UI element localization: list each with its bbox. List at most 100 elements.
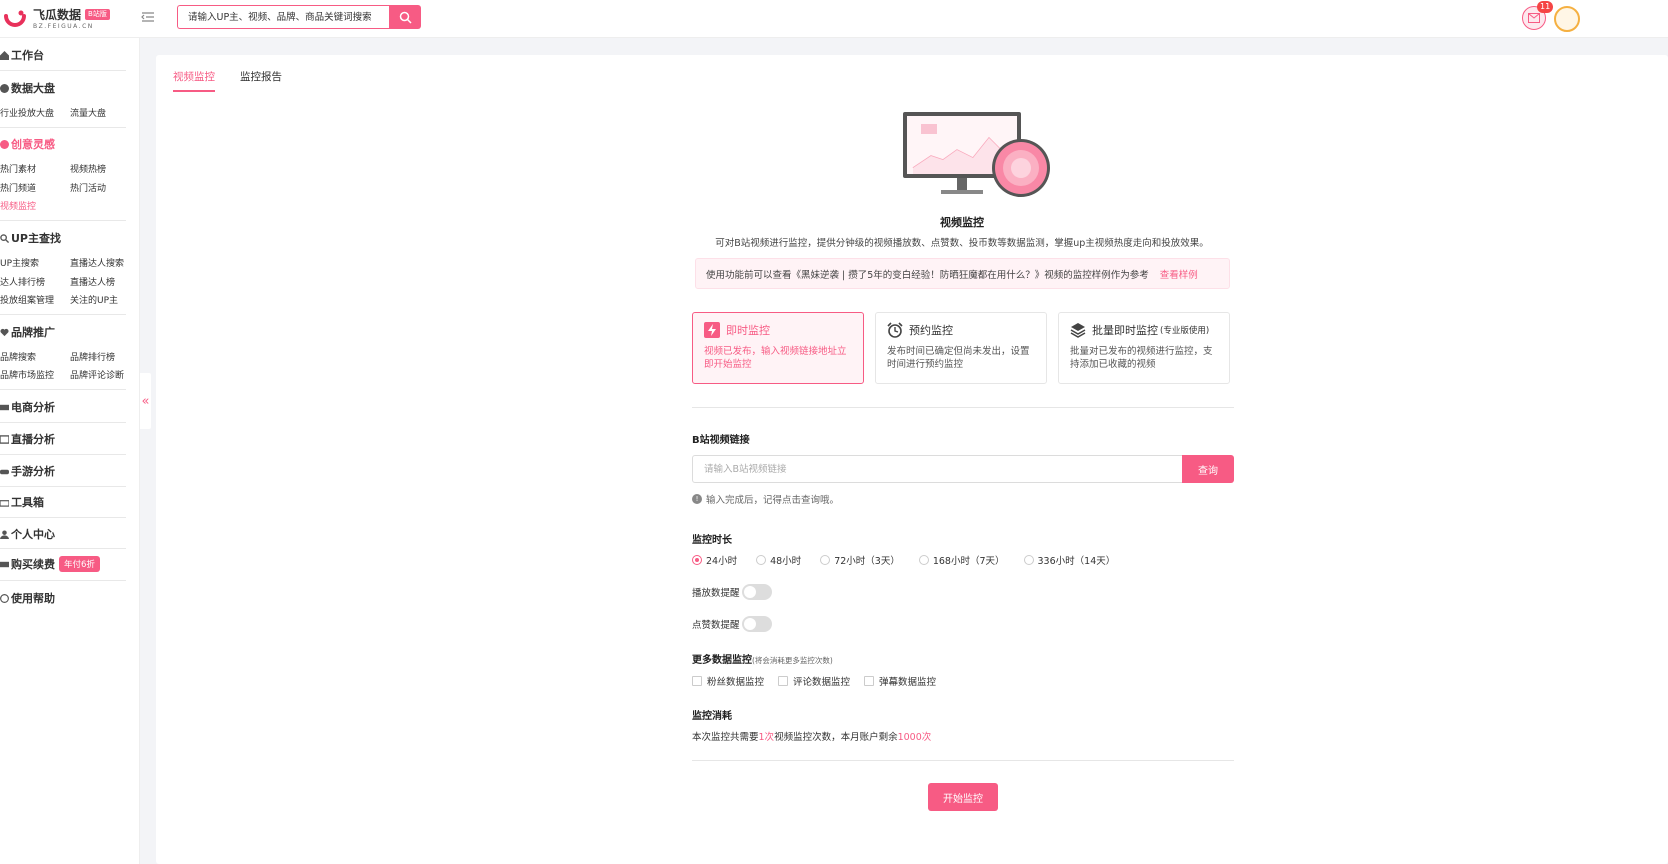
sidebar-subitem[interactable]: 热门活动 [70,181,106,194]
sidebar-item-live[interactable]: 直播分析 [0,431,55,447]
search-button[interactable] [389,5,421,29]
card-icon [0,561,9,567]
help-icon [0,593,9,603]
more-data-label: 更多数据监控(将会消耗更多监控次数) [692,651,833,666]
sidebar-item-brand[interactable]: 品牌推广 [0,324,55,340]
checkbox-icon [864,676,875,686]
query-button[interactable]: 查询 [1182,455,1234,483]
video-link-input[interactable] [692,455,1183,483]
checkbox-icon [692,676,702,686]
bulb-icon [0,139,9,149]
logo[interactable]: 飞瓜数据 B站版 BZ.FEIGUA.CN [0,5,110,33]
toolbox-icon [0,499,9,507]
view-example-link[interactable]: 查看样例 [1160,267,1198,281]
pie-icon [0,83,9,93]
play-alert-row: 播放数提醒 [692,584,772,600]
sidebar-item-label: 工具箱 [11,496,44,509]
sidebar-item-ecommerce[interactable]: 电商分析 [0,399,55,415]
sidebar-subitem[interactable]: 行业投放大盘 [0,106,54,119]
sidebar-subitem[interactable]: 品牌市场监控 [0,368,54,381]
sidebar-collapse-button[interactable]: « [140,373,151,429]
danmaku-monitor-checkbox[interactable]: 弹幕数据监控 [864,674,936,688]
sidebar-subitem[interactable]: 品牌评论诊断 [70,368,124,381]
sidebar: 工作台 数据大盘 行业投放大盘 流量大盘 创意灵感 热门素材 视频热榜 热门频道… [0,38,140,864]
sidebar-subitem[interactable]: 品牌搜索 [0,350,36,363]
sidebar-item-personal[interactable]: 个人中心 [0,526,55,542]
sidebar-item-up-search[interactable]: UP主查找 [0,230,61,246]
duration-option-24h[interactable]: 24小时 [692,553,737,567]
fans-monitor-checkbox[interactable]: 粉丝数据监控 [692,674,764,688]
sidebar-subitem[interactable]: 品牌排行榜 [70,350,115,363]
radio-label: 24小时 [706,556,738,567]
sidebar-item-purchase[interactable]: 购买续费 年付6折 [0,556,100,572]
sidebar-subitem[interactable]: 达人排行榜 [0,275,45,288]
more-data-title: 更多数据监控 [692,655,752,666]
info-icon: ! [692,494,702,504]
cost-text: 本次监控共需要 [692,732,759,743]
tab-video-monitor[interactable]: 视频监控 [173,69,215,92]
radio-label: 72小时（3天） [834,556,900,567]
mode-description: 批量对已发布的视频进行监控，支持添加已收藏的视频 [1070,346,1213,370]
like-alert-switch[interactable] [741,616,772,632]
mode-title: 批量即时监控 [1092,324,1158,337]
sidebar-subitem[interactable]: 热门频道 [0,181,36,194]
sidebar-item-dashboard[interactable]: 数据大盘 [0,80,55,96]
duration-option-48h[interactable]: 48小时 [756,553,801,567]
main-panel: 视频监控 监控报告 视频监控 可对B站视频进行监控，提供分钟级的视频播放数、点赞… [156,55,1668,864]
duration-options: 24小时 48小时 72小时（3天） 168小时（7天） 336小时（14天） [692,553,1134,567]
sidebar-subitem[interactable]: 直播达人搜索 [70,256,124,269]
mode-title: 即时监控 [726,324,770,337]
user-avatar[interactable] [1554,6,1580,32]
checkbox-icon [778,676,789,686]
sidebar-item-help[interactable]: 使用帮助 [0,590,55,606]
sidebar-item-tools[interactable]: 工具箱 [0,494,44,510]
mode-batch[interactable]: 批量即时监控 (专业版使用) 批量对已发布的视频进行监控，支持添加已收藏的视频 [1058,312,1230,384]
sidebar-item-label: 电商分析 [11,401,55,414]
duration-option-336h[interactable]: 336小时（14天） [1023,553,1116,567]
radio-icon [918,555,929,565]
sidebar-item-label: 数据大盘 [11,82,55,95]
search-icon [399,11,412,24]
user-icon [0,529,9,539]
alarm-clock-icon [887,322,903,338]
sidebar-item-creative[interactable]: 创意灵感 [0,136,55,152]
more-data-note: (将会消耗更多监控次数) [752,656,833,665]
mode-title: 预约监控 [909,324,953,337]
sidebar-subitem[interactable]: 视频热榜 [70,162,106,175]
heart-icon [0,328,9,336]
cost-summary: 本次监控共需要1次视频监控次数，本月账户剩余1000次 [692,729,931,743]
mode-scheduled[interactable]: 预约监控 发布时间已确定但尚未发出，设置时间进行预约监控 [875,312,1047,384]
sidebar-item-workbench[interactable]: 工作台 [0,47,44,63]
start-monitor-button[interactable]: 开始监控 [928,783,998,811]
sidebar-item-label: 品牌推广 [11,326,55,339]
mode-description: 发布时间已确定但尚未发出，设置时间进行预约监控 [887,346,1030,370]
sidebar-subitem[interactable]: 流量大盘 [70,106,106,119]
cost-label: 监控消耗 [692,711,732,722]
tv-icon [0,434,9,444]
sidebar-item-label: 个人中心 [11,528,55,541]
sidebar-subitem-video-monitor[interactable]: 视频监控 [0,199,36,212]
sidebar-item-games[interactable]: 手游分析 [0,463,55,479]
tab-monitor-report[interactable]: 监控报告 [240,69,282,92]
comment-monitor-checkbox[interactable]: 评论数据监控 [778,674,850,688]
logo-badge: B站版 [85,9,110,20]
play-alert-switch[interactable] [741,584,772,600]
sidebar-subitem[interactable]: 直播达人榜 [70,275,115,288]
message-count-badge: 11 [1537,1,1554,13]
duration-option-72h[interactable]: 72小时（3天） [820,553,900,567]
cart-icon [0,404,9,410]
sidebar-subitem[interactable]: 关注的UP主 [70,293,118,306]
sidebar-subitem[interactable]: 热门素材 [0,162,36,175]
radio-label: 336小时（14天） [1037,556,1116,567]
logo-icon [4,10,26,27]
search-input[interactable] [177,5,389,29]
duration-label: 监控时长 [692,535,732,546]
sidebar-subitem[interactable]: UP主搜索 [0,256,39,269]
lightning-icon [704,322,720,338]
duration-option-168h[interactable]: 168小时（7天） [918,553,1005,567]
sidebar-subitem[interactable]: 投放组案管理 [0,293,54,306]
notice-banner: 使用功能前可以查看《黑妹逆袭 | 攒了5年的变白经验！防晒狂魔都在用什么？》视频… [695,258,1230,289]
mode-instant[interactable]: 即时监控 视频已发布，输入视频链接地址立即开始监控 [692,312,864,384]
menu-toggle-icon[interactable] [141,10,155,24]
top-header: 飞瓜数据B站版 BZ.FEIGUA.CN 11 [0,0,1668,38]
